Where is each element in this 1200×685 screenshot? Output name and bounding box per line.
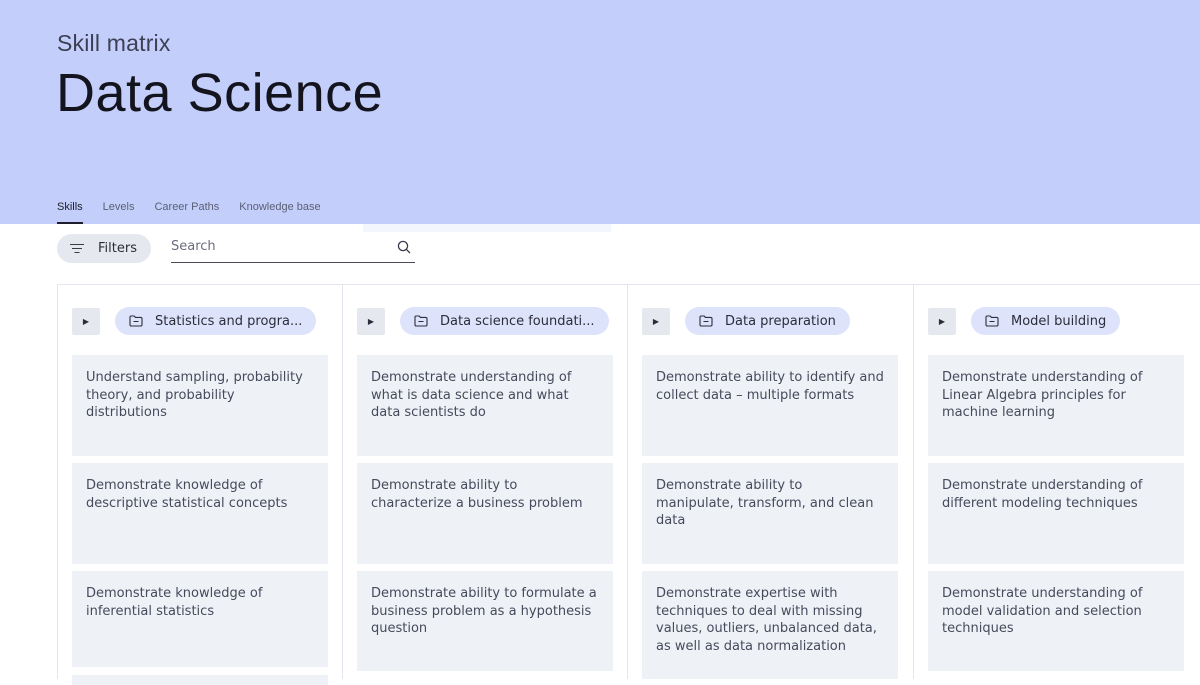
search-input[interactable] <box>171 234 381 258</box>
skill-board: ▶ Statistics and progra... Understand sa… <box>57 284 1200 685</box>
expand-button[interactable]: ▶ <box>928 307 956 335</box>
page-eyebrow: Skill matrix <box>57 30 171 56</box>
skill-card[interactable]: Demonstrate knowledge of inferential sta… <box>72 571 328 667</box>
skill-card[interactable]: Demonstrate ability to characterize a bu… <box>357 463 613 564</box>
tab-levels[interactable]: Levels <box>103 196 135 224</box>
expand-button[interactable]: ▶ <box>642 307 670 335</box>
skill-text: Demonstrate ability to manipulate, trans… <box>656 478 874 528</box>
category-pill[interactable]: Model building <box>971 307 1121 335</box>
tab-knowledge-base[interactable]: Knowledge base <box>239 196 320 224</box>
faint-overlay <box>363 224 611 232</box>
column-header: ▶ Data preparation <box>642 307 850 335</box>
folder-icon <box>129 315 143 327</box>
caret-right-icon: ▶ <box>652 316 660 326</box>
tab-bar: Skills Levels Career Paths Knowledge bas… <box>57 196 321 224</box>
expand-button[interactable]: ▶ <box>72 307 100 335</box>
skill-column: ▶ Data science foundati... Demonstrate u… <box>342 285 628 679</box>
category-label: Data preparation <box>725 313 836 329</box>
skill-card[interactable]: Demonstrate understanding of what is dat… <box>357 355 613 456</box>
skill-text: Demonstrate understanding of Linear Alge… <box>942 370 1143 420</box>
search-field <box>171 234 415 263</box>
caret-right-icon: ▶ <box>82 316 90 326</box>
expand-button[interactable]: ▶ <box>357 307 385 335</box>
filters-button[interactable]: Filters <box>57 234 151 263</box>
skill-column: ▶ Data preparation Demonstrate ability t… <box>627 285 913 679</box>
filters-label: Filters <box>98 241 137 256</box>
skill-text: Demonstrate ability to formulate a busin… <box>371 586 597 636</box>
skill-text: Demonstrate understanding of what is dat… <box>371 370 572 420</box>
skill-card[interactable]: Demonstrate ability to manipulate, trans… <box>642 463 898 564</box>
caret-right-icon: ▶ <box>367 316 375 326</box>
skill-card[interactable]: Demonstrate understanding of model valid… <box>928 571 1184 671</box>
skill-text: Understand sampling, probability theory,… <box>86 370 303 420</box>
category-label: Model building <box>1011 313 1107 329</box>
skill-text: Demonstrate expertise with techniques to… <box>656 586 877 654</box>
skill-card[interactable]: Demonstrate ability to formulate a busin… <box>357 571 613 671</box>
skill-card[interactable]: Demonstrate ability to identify and coll… <box>642 355 898 456</box>
skill-column: ▶ Model building Demonstrate understandi… <box>913 285 1199 679</box>
tab-skills[interactable]: Skills <box>57 196 83 224</box>
column-header: ▶ Statistics and progra... <box>72 307 317 335</box>
skill-text: Demonstrate understanding of model valid… <box>942 586 1143 636</box>
skill-text: Demonstrate knowledge of inferential sta… <box>86 586 263 619</box>
skill-card[interactable]: Demonstrate expertise with techniques to… <box>642 571 898 679</box>
folder-icon <box>414 315 428 327</box>
column-header: ▶ Model building <box>928 307 1121 335</box>
filter-icon <box>70 243 84 254</box>
folder-icon <box>985 315 999 327</box>
tab-career-paths[interactable]: Career Paths <box>154 196 219 224</box>
skill-text: Demonstrate ability to identify and coll… <box>656 370 884 403</box>
skill-card[interactable]: Understand sampling, probability theory,… <box>72 355 328 456</box>
skill-text: Demonstrate understanding of different m… <box>942 478 1143 511</box>
category-pill[interactable]: Statistics and progra... <box>115 307 317 335</box>
category-pill[interactable]: Data science foundati... <box>400 307 609 335</box>
search-icon[interactable] <box>397 240 411 254</box>
skill-card[interactable]: Demonstrate knowledge of descriptive sta… <box>72 463 328 564</box>
page-header: Skill matrix Data Science Skills Levels … <box>0 0 1200 224</box>
category-pill[interactable]: Data preparation <box>685 307 850 335</box>
category-label: Data science foundati... <box>440 313 595 329</box>
skill-card[interactable] <box>72 675 328 685</box>
skill-text: Demonstrate knowledge of descriptive sta… <box>86 478 288 511</box>
page-title: Data Science <box>56 63 384 123</box>
skill-column: ▶ Statistics and progra... Understand sa… <box>57 285 343 685</box>
skill-card[interactable]: Demonstrate understanding of different m… <box>928 463 1184 564</box>
caret-right-icon: ▶ <box>938 316 946 326</box>
skill-text: Demonstrate ability to characterize a bu… <box>371 478 583 511</box>
folder-icon <box>699 315 713 327</box>
skill-card[interactable]: Demonstrate understanding of Linear Alge… <box>928 355 1184 456</box>
column-header: ▶ Data science foundati... <box>357 307 609 335</box>
category-label: Statistics and progra... <box>155 313 303 329</box>
